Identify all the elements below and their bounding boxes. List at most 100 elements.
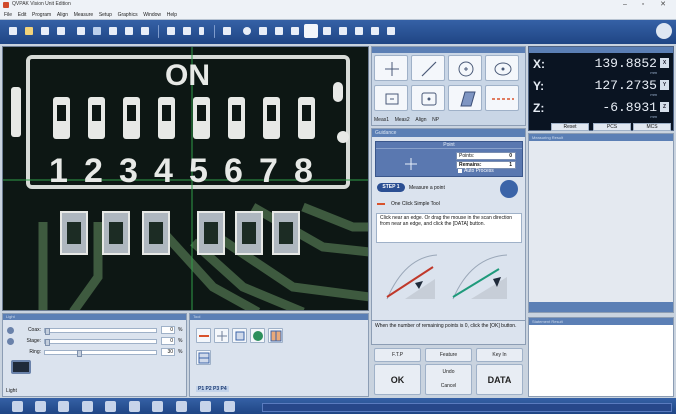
digit-label: 2 (84, 152, 103, 190)
pen-icon[interactable] (138, 24, 152, 38)
zero-z-button[interactable]: Z (660, 102, 669, 112)
data-button[interactable]: DATA (476, 364, 523, 395)
close-icon[interactable]: ✕ (656, 0, 670, 10)
taskbar-item-icon[interactable] (224, 401, 235, 412)
stage-slider[interactable] (44, 339, 157, 346)
camera-icon[interactable] (122, 24, 136, 38)
tab-align[interactable]: Align (415, 117, 426, 123)
auto-process-checkbox[interactable]: Auto Process (458, 168, 494, 174)
crosshair-point-icon[interactable] (374, 55, 408, 81)
cancel-button[interactable]: Cancel (426, 379, 471, 393)
feature-button[interactable]: Feature (425, 348, 472, 362)
ftp-button[interactable]: F.T.P (374, 348, 421, 362)
slider-thumb[interactable] (77, 350, 82, 357)
taskbar-item-icon[interactable] (129, 401, 140, 412)
key-in-button[interactable]: Key In (476, 348, 523, 362)
menu-window[interactable]: Window (143, 10, 161, 20)
print-icon[interactable] (54, 24, 68, 38)
taskbar-item-icon[interactable] (82, 401, 93, 412)
report-icon[interactable] (164, 24, 178, 38)
reset-button[interactable]: Reset (551, 123, 589, 131)
taskbar-item-icon[interactable] (105, 401, 116, 412)
guidance-panel: Guidance Point Points: 0 Remains: 1 Auto… (371, 128, 526, 321)
circle-tool-icon[interactable] (250, 328, 265, 343)
tab-meas1[interactable]: Meas1 (374, 117, 389, 123)
new-program-icon[interactable] (6, 24, 20, 38)
window-layout-icon[interactable] (352, 24, 366, 38)
table-icon[interactable] (180, 24, 194, 38)
minimize-icon[interactable]: – (618, 0, 632, 10)
menu-file[interactable]: File (4, 10, 12, 20)
menu-measure[interactable]: Measure (74, 10, 93, 20)
undo-button[interactable]: Undo (426, 365, 471, 379)
taskbar-item-icon[interactable] (200, 401, 211, 412)
dashed-line-icon[interactable] (485, 85, 519, 111)
crosshair-tool-icon[interactable] (214, 328, 229, 343)
slider-thumb[interactable] (45, 339, 50, 346)
window-title: QVPAK Vision Unit Edition (12, 1, 71, 7)
stage-light-icon[interactable] (7, 338, 14, 345)
stage-value[interactable]: 0 (161, 337, 175, 345)
taskbar-item-icon[interactable] (176, 401, 187, 412)
save-program-icon[interactable] (38, 24, 52, 38)
panel-header (529, 47, 673, 53)
page-tabs[interactable]: P1 P2 P3 P4 (196, 386, 229, 392)
taskbar-item-icon[interactable] (58, 401, 69, 412)
run-icon[interactable] (90, 24, 104, 38)
menu-edit[interactable]: Edit (18, 10, 27, 20)
mcs-button[interactable]: MCS (633, 123, 671, 131)
box-tool-icon[interactable] (232, 328, 247, 343)
line-icon[interactable] (411, 55, 445, 81)
circle-icon[interactable] (448, 55, 482, 81)
slider-thumb[interactable] (45, 328, 50, 335)
taskbar-item-icon[interactable] (12, 401, 23, 412)
autofocus-icon[interactable] (256, 24, 270, 38)
magnification-icon[interactable] (304, 24, 318, 38)
taskbar-item-icon[interactable] (35, 401, 46, 412)
circle-center-icon[interactable] (485, 55, 519, 81)
menu-setup[interactable]: Setup (99, 10, 112, 20)
coax-light-icon[interactable] (7, 327, 14, 334)
pattern-tool-icon[interactable] (196, 350, 211, 365)
stage-move-icon[interactable] (220, 24, 234, 38)
search-icon[interactable] (288, 24, 302, 38)
zero-y-button[interactable]: Y (660, 80, 669, 90)
maximize-icon[interactable]: ▫ (636, 0, 650, 10)
ok-button[interactable]: OK (374, 364, 421, 395)
menu-graphics[interactable]: Graphics (118, 10, 138, 20)
parallelogram-icon[interactable] (448, 85, 482, 111)
edit-icon[interactable] (74, 24, 88, 38)
box-point-icon[interactable] (374, 85, 408, 111)
ring-slider[interactable] (44, 350, 157, 357)
grid-icon[interactable] (320, 24, 334, 38)
coax-light-row: Coax: 0 % (7, 326, 185, 335)
zero-x-button[interactable]: X (660, 58, 669, 68)
menu-align[interactable]: Align (57, 10, 68, 20)
light-icon[interactable] (240, 24, 254, 38)
camera-view[interactable]: ON 1 2 3 4 5 6 7 8 (2, 46, 369, 311)
taskbar-item-icon[interactable] (152, 401, 163, 412)
dro-axis-label: Y: (533, 79, 545, 93)
tab-np[interactable]: NP (432, 117, 439, 123)
coax-value[interactable]: 0 (161, 326, 175, 334)
pcs-button[interactable]: PCS (593, 123, 631, 131)
step-icon[interactable] (106, 24, 120, 38)
help-icon[interactable] (656, 23, 672, 39)
tab-meas2[interactable]: Meas2 (395, 117, 410, 123)
box-circle-icon[interactable] (411, 85, 445, 111)
grid-tool-icon[interactable] (268, 328, 283, 343)
lamp-icon[interactable] (11, 360, 31, 374)
coax-slider[interactable] (44, 328, 157, 335)
stage-label: Stage: (26, 338, 41, 344)
menu-help[interactable]: Help (167, 10, 177, 20)
edge-tool-icon[interactable] (196, 328, 211, 343)
menu-program[interactable]: Program (32, 10, 51, 20)
ring-value[interactable]: 30 (161, 348, 175, 356)
back-icon[interactable] (196, 24, 210, 38)
ring-light-row: Ring: 30 % (7, 348, 185, 357)
chart-icon[interactable] (336, 24, 350, 38)
zoom-icon[interactable] (272, 24, 286, 38)
layout-icon[interactable] (368, 24, 382, 38)
download-icon[interactable] (384, 24, 398, 38)
open-program-icon[interactable] (22, 24, 36, 38)
